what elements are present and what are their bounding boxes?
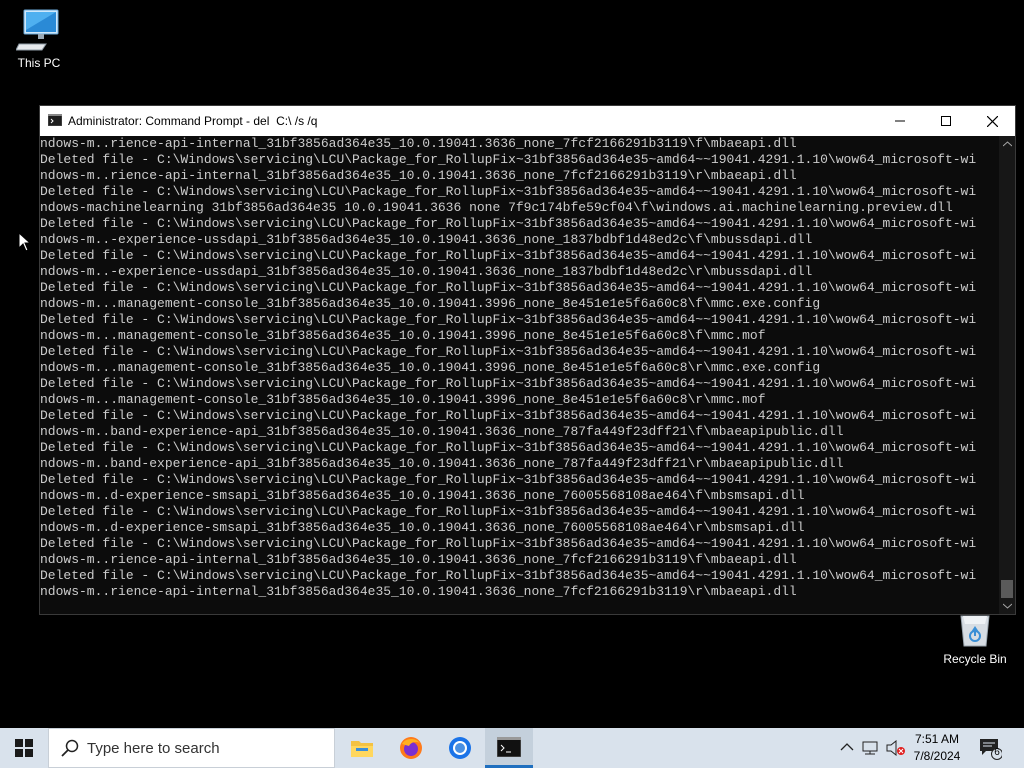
console-line: Deleted file - C:\Windows\servicing\LCU\… xyxy=(40,344,977,359)
scroll-up-button[interactable] xyxy=(999,136,1015,152)
console-line: ndows-m..-experience-ussdapi_31bf3856ad3… xyxy=(40,232,813,247)
cmd-app-icon xyxy=(48,114,62,126)
taskbar: Type here to search 7:51 AM 7/8/2024 6 xyxy=(0,728,1024,768)
console-line: ndows-m..band-experience-api_31bf3856ad3… xyxy=(40,424,844,439)
window-title: Administrator: Command Prompt - del C:\ … xyxy=(68,114,318,128)
console-line: Deleted file - C:\Windows\servicing\LCU\… xyxy=(40,536,977,551)
search-placeholder: Type here to search xyxy=(87,739,220,757)
console-line: ndows-m..-experience-ussdapi_31bf3856ad3… xyxy=(40,264,813,279)
console-line: Deleted file - C:\Windows\servicing\LCU\… xyxy=(40,568,977,583)
console-line: ndows-m..d-experience-smsapi_31bf3856ad3… xyxy=(40,520,805,535)
window-titlebar[interactable]: Administrator: Command Prompt - del C:\ … xyxy=(40,106,1015,136)
vertical-scrollbar[interactable] xyxy=(999,136,1015,614)
notification-center-button[interactable]: 6 xyxy=(978,736,1003,765)
close-button[interactable] xyxy=(969,106,1015,136)
chevron-up-icon[interactable] xyxy=(840,740,854,754)
scroll-thumb[interactable] xyxy=(1001,580,1013,598)
taskbar-chrome[interactable] xyxy=(436,728,484,768)
windows-logo-icon xyxy=(15,739,33,757)
firefox-icon xyxy=(400,737,422,759)
this-pc-label: This PC xyxy=(17,56,61,70)
recycle-bin-label: Recycle Bin xyxy=(943,652,1007,666)
console-line: ndows-m...management-console_31bf3856ad3… xyxy=(40,328,766,343)
console-line: ndows-m...management-console_31bf3856ad3… xyxy=(40,392,766,407)
chevron-down-icon xyxy=(1002,603,1012,609)
recycle-bin-desktop-icon[interactable]: Recycle Bin xyxy=(937,610,1013,666)
console-line: Deleted file - C:\Windows\servicing\LCU\… xyxy=(40,312,977,327)
console-line: Deleted file - C:\Windows\servicing\LCU\… xyxy=(40,440,977,455)
mouse-cursor-icon xyxy=(18,232,32,252)
maximize-button[interactable] xyxy=(923,106,969,136)
scroll-down-button[interactable] xyxy=(999,598,1015,614)
folder-icon xyxy=(351,741,373,757)
console-line: Deleted file - C:\Windows\servicing\LCU\… xyxy=(40,152,977,167)
console-line: Deleted file - C:\Windows\servicing\LCU\… xyxy=(40,376,977,391)
console-line: ndows-m..d-experience-smsapi_31bf3856ad3… xyxy=(40,488,805,503)
clock-date: 7/8/2024 xyxy=(913,749,961,763)
chevron-up-icon xyxy=(1002,141,1012,147)
taskbar-search-box[interactable]: Type here to search xyxy=(48,728,335,768)
console-line: ndows-m..band-experience-api_31bf3856ad3… xyxy=(40,456,844,471)
chrome-icon xyxy=(449,737,471,759)
close-icon xyxy=(986,115,998,127)
console-line: ndows-m..rience-api-internal_31bf3856ad3… xyxy=(40,136,797,151)
console-line: Deleted file - C:\Windows\servicing\LCU\… xyxy=(40,408,977,423)
console-line: ndows-machinelearning 31bf3856ad364e35 1… xyxy=(40,200,953,215)
minimize-button[interactable] xyxy=(877,106,923,136)
maximize-icon xyxy=(941,116,951,126)
start-button[interactable] xyxy=(0,728,48,768)
taskbar-command-prompt[interactable] xyxy=(485,728,533,768)
this-pc-desktop-icon[interactable]: This PC xyxy=(1,8,77,70)
console-line: Deleted file - C:\Windows\servicing\LCU\… xyxy=(40,280,977,295)
console-line: Deleted file - C:\Windows\servicing\LCU\… xyxy=(40,248,977,263)
computer-icon xyxy=(16,9,59,51)
console-output[interactable]: ndows-m..rience-api-internal_31bf3856ad3… xyxy=(40,136,999,614)
console-line: ndows-m..rience-api-internal_31bf3856ad3… xyxy=(40,168,797,183)
console-line: ndows-m..rience-api-internal_31bf3856ad3… xyxy=(40,552,797,567)
console-line: Deleted file - C:\Windows\servicing\LCU\… xyxy=(40,216,977,231)
console-line: ndows-m...management-console_31bf3856ad3… xyxy=(40,296,821,311)
notification-count: 6 xyxy=(994,747,1000,758)
command-prompt-window[interactable]: Administrator: Command Prompt - del C:\ … xyxy=(39,105,1016,615)
recycle-bin-icon xyxy=(960,615,990,647)
clock-time: 7:51 AM xyxy=(914,732,960,746)
terminal-icon xyxy=(497,736,521,757)
taskbar-firefox[interactable] xyxy=(387,728,435,768)
console-line: Deleted file - C:\Windows\servicing\LCU\… xyxy=(40,184,977,199)
search-icon xyxy=(61,739,79,757)
console-line: Deleted file - C:\Windows\servicing\LCU\… xyxy=(40,504,977,519)
taskbar-clock[interactable]: 7:51 AM 7/8/2024 xyxy=(901,731,973,765)
network-icon[interactable] xyxy=(862,740,880,756)
console-line: ndows-m...management-console_31bf3856ad3… xyxy=(40,360,821,375)
taskbar-file-explorer[interactable] xyxy=(338,728,386,768)
console-line: ndows-m..rience-api-internal_31bf3856ad3… xyxy=(40,584,797,599)
console-line: Deleted file - C:\Windows\servicing\LCU\… xyxy=(40,472,977,487)
minimize-icon xyxy=(895,120,905,122)
